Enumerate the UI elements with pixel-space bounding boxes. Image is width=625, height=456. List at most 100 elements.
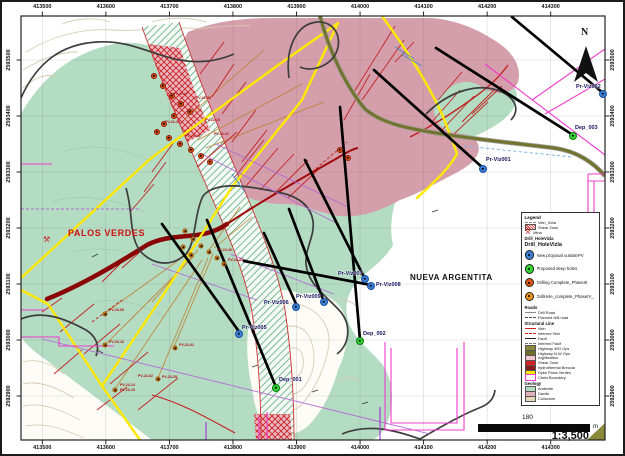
drill-hole-dot-pr-viz006 [292, 303, 300, 311]
axis-label-right: 2593000 [610, 329, 616, 350]
drill-hole-dot-pr-viz008 [367, 282, 375, 290]
drill-hole-dot-pr-viz005 [235, 330, 243, 338]
drill-hole-dot-core [156, 131, 158, 133]
legend-item-label: DrillHole_complete_PhaseIV_ [537, 294, 594, 299]
axis-label-top: 413500 [33, 4, 51, 10]
drill-hole-dot-core [174, 347, 176, 349]
axis-label-bottom: 414300 [542, 445, 560, 451]
drill-hole-dot [113, 388, 118, 393]
legend-swatch-point-icon [525, 278, 535, 288]
drill-hole-dot [207, 250, 212, 255]
drill-hole-dot-core [114, 389, 116, 391]
shear-hatch-bottom [254, 414, 292, 440]
drill-hole-dot [160, 83, 166, 89]
scale-unit: m [593, 424, 598, 430]
axis-label-bottom: 413900 [287, 445, 305, 451]
legend-item: ⚒Mina [525, 230, 597, 235]
axis-label-top: 414300 [542, 4, 560, 10]
drill-hole-id-label: PV-23-30 [217, 248, 232, 252]
axis-label-bottom: 413600 [97, 445, 115, 451]
drill-hole-dot-core [104, 313, 106, 315]
drill-hole-dot [177, 141, 183, 147]
drill-hole-dot [187, 109, 193, 115]
legend-item-label: New proposal outsidePV [537, 253, 584, 258]
drill-hole-dot-core [200, 245, 202, 247]
drill-hole-id-label: PV-22-15 [205, 118, 220, 122]
drill-hole-id-label: PV-22-27 [173, 92, 188, 96]
drill-hole-dot [191, 237, 196, 242]
drill-hole-dot-core [209, 161, 211, 163]
drill-hole-dot [215, 256, 220, 261]
drill-hole-dot-core [192, 238, 194, 240]
drill-hole-id-label: PV-22-40 [185, 134, 200, 138]
legend-swatch-point-icon [525, 264, 535, 274]
axis-label-top: 413600 [97, 4, 115, 10]
region-label-nueva-argentita: NUEVA ARGENTITA [410, 273, 493, 282]
legend-item: Planned drill road [525, 315, 597, 320]
legend-item-label: Colluvium [538, 396, 555, 401]
axis-label-bottom: 413800 [224, 445, 242, 451]
drill-hole-dot-pr-viz002 [599, 90, 607, 98]
drill-hole-dot-dep_002 [356, 337, 364, 345]
axis-label-bottom: 414000 [351, 445, 369, 451]
legend-item-label: Claim Boundary [538, 375, 566, 380]
axis-label-left: 2593500 [6, 49, 12, 70]
drill-hole-dot-core [359, 340, 361, 342]
drill-hole-id-label: PV-23-14 [120, 383, 135, 387]
drill-hole-dot-core [173, 115, 175, 117]
drill-hole-dot [198, 153, 204, 159]
legend-item: Drill_HoleVizla [525, 241, 597, 248]
drill-hole-dot-core [179, 143, 181, 145]
axis-label-left: 2593200 [6, 217, 12, 238]
drill-hole-dot-core [162, 85, 164, 87]
drill-hole-label: Pr-Viz009 [296, 294, 321, 300]
drill-hole-dot [103, 312, 108, 317]
drill-hole-dot-core [104, 344, 106, 346]
drill-hole-dot-dep_003 [569, 132, 577, 140]
legend-panel: LegendVein_VizlaShear Zone⚒MinaDrill_Hol… [521, 212, 600, 406]
legend-point-core [528, 254, 530, 256]
axis-label-right: 2593100 [610, 273, 616, 294]
legend-swatch-line-icon [525, 343, 536, 344]
axis-label-top: 413900 [287, 4, 305, 10]
axis-label-top: 413700 [160, 4, 178, 10]
drill-hole-dot [154, 129, 160, 135]
legend-swatch-line-icon [525, 317, 536, 318]
drill-hole-dot-core [347, 157, 349, 159]
axis-label-left: 2592900 [6, 385, 12, 406]
drill-hole-label: Pr-Viz005 [242, 325, 267, 331]
drill-hole-label: Dep_001 [279, 377, 302, 383]
scale-ratio: 1:3,500 [499, 430, 589, 442]
legend-item: Claim Boundary [525, 375, 597, 380]
legend-item: DrillHole_complete_PhaseIV_ [525, 290, 597, 304]
drill-hole-dot-core [182, 246, 184, 248]
drill-hole-id-label: PV-23-02 [138, 374, 153, 378]
axis-label-left: 2593300 [6, 161, 12, 182]
legend-item: Proposed deep holes [525, 262, 597, 276]
drill-hole-label: Pr-Viz002 [576, 84, 601, 90]
drill-hole-dot-pr-viz009 [320, 298, 328, 306]
axis-label-bottom: 414200 [478, 445, 496, 451]
axis-label-right: 2592900 [610, 385, 616, 406]
drill-hole-id-label: PV-23-33 [228, 258, 243, 262]
drill-hole-dot [207, 159, 213, 165]
drill-hole-dot-core [190, 254, 192, 256]
legend-item-label: Planned drill road [538, 315, 568, 320]
axis-label-top: 414200 [478, 4, 496, 10]
drill-hole-dot-core [168, 137, 170, 139]
drill-hole-label: Pr-Viz008 [376, 282, 401, 288]
drill-hole-dot-core [238, 333, 240, 335]
axis-label-right: 2593200 [610, 217, 616, 238]
drill-hole-dot [151, 73, 157, 79]
drill-hole-dot-core [370, 285, 372, 287]
drill-hole-dot [181, 245, 186, 250]
legend-swatch-line-icon [525, 338, 536, 339]
drill-hole-dot [103, 343, 108, 348]
drill-hole-label: Dep_003 [575, 125, 598, 131]
region-label-palos-verdes: PALOS VERDES [68, 228, 145, 238]
axis-label-right: 2593500 [610, 49, 616, 70]
legend-point-core [528, 295, 530, 297]
drill-hole-id-label: PV-23-01 [179, 343, 194, 347]
drill-hole-id-label: PV-23-05 [109, 308, 124, 312]
legend-item-label: Drilling Complete_PhaseIII [537, 280, 588, 285]
